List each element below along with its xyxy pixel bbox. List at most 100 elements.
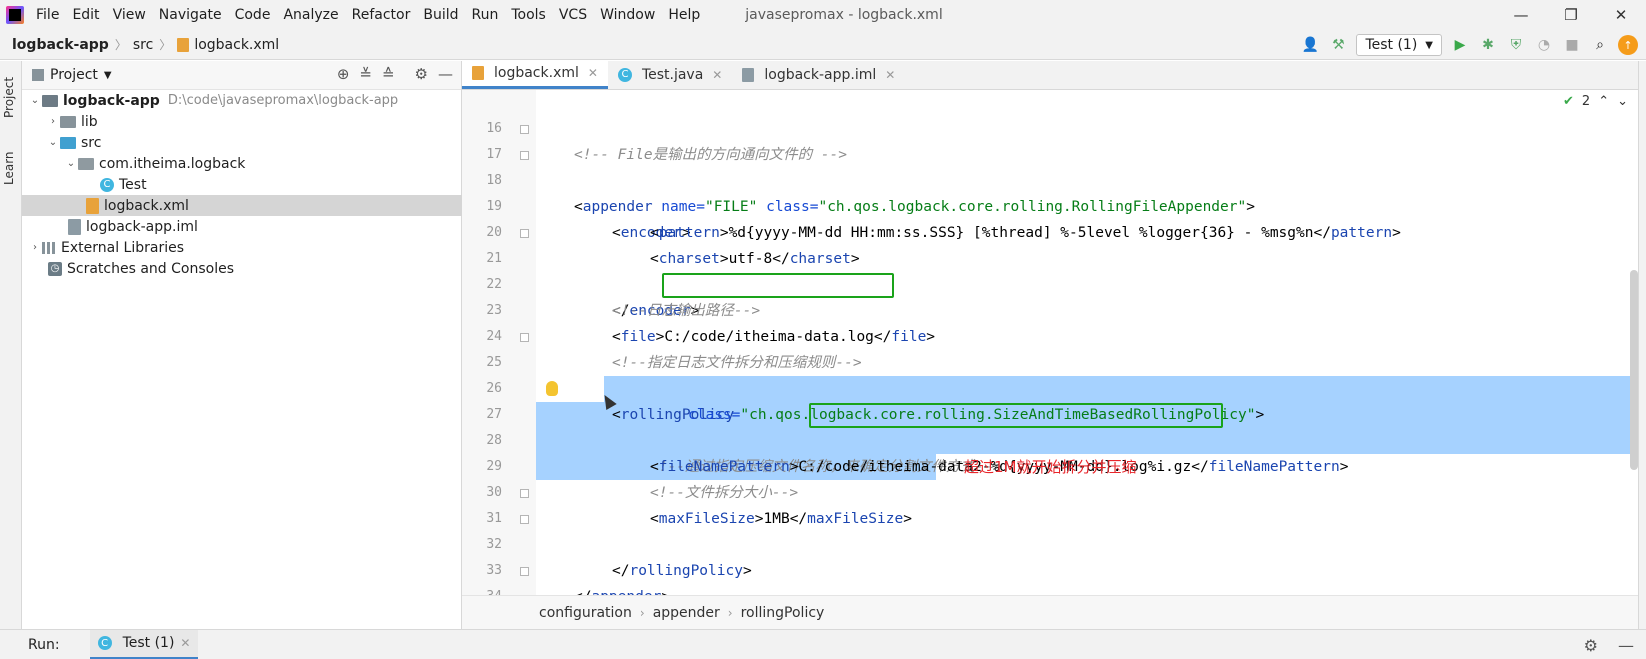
chevron-down-icon[interactable]: ⌄ — [64, 158, 78, 169]
restore-icon[interactable]: ❐ — [1546, 0, 1596, 30]
run-tab-test[interactable]: C Test (1) ✕ — [89, 629, 199, 659]
chevron-right-icon[interactable]: › — [28, 242, 42, 253]
code-line: 24 <!--指定日志文件拆分和压缩规则--> — [462, 298, 1638, 371]
menu-navigate[interactable]: Navigate — [159, 7, 222, 23]
menu-vcs[interactable]: VCS — [559, 7, 587, 23]
close-tab-icon[interactable]: ✕ — [588, 66, 598, 80]
close-tab-icon[interactable]: ✕ — [712, 68, 722, 82]
library-icon — [42, 241, 56, 254]
fold-icon[interactable] — [520, 125, 529, 134]
code-line: 35 — [462, 584, 1638, 595]
scratches-icon: ◷ — [48, 261, 62, 276]
menu-run[interactable]: Run — [472, 7, 499, 23]
close-tab-icon[interactable]: ✕ — [885, 68, 895, 82]
run-label: Run: — [28, 636, 60, 653]
stop-icon[interactable]: ■ — [1562, 35, 1582, 55]
tree-item-logback-app[interactable]: ⌄ logback-app D:\code\javasepromax\logba… — [22, 90, 462, 111]
highlight-box — [809, 403, 1223, 428]
code-line: 34 <!-- — [462, 558, 1638, 595]
run-configuration-select[interactable]: Test (1) ▼ — [1356, 34, 1442, 56]
menu-refactor[interactable]: Refactor — [352, 7, 411, 23]
collapse-all-icon[interactable]: ≙ — [382, 65, 395, 83]
minimize-icon[interactable]: — — [1496, 0, 1546, 30]
tree-item-external-libraries[interactable]: › External Libraries — [22, 237, 462, 258]
editor-breadcrumb-item[interactable]: appender — [653, 605, 720, 621]
module-folder-icon — [42, 94, 58, 107]
fold-icon[interactable] — [520, 515, 529, 524]
close-tab-icon[interactable]: ✕ — [180, 636, 190, 650]
project-tool-tab[interactable]: Project — [2, 67, 20, 127]
tree-item-label: lib — [81, 113, 98, 130]
editor-breadcrumb-item[interactable]: configuration — [539, 605, 632, 621]
menu-window[interactable]: Window — [600, 7, 655, 23]
user-icon[interactable]: 👤 — [1300, 35, 1320, 55]
build-hammer-icon[interactable]: ⚒ — [1328, 35, 1348, 55]
menu-code[interactable]: Code — [235, 7, 271, 23]
chevron-right-icon: › — [727, 605, 733, 620]
run-icon[interactable]: ▶ — [1450, 35, 1470, 55]
update-icon[interactable]: ↑ — [1618, 35, 1638, 55]
code-area[interactable]: ✔ 2 ⌃ ⌄ 16 <!-- File是输出的方向通向文件的 --> 17 <… — [462, 90, 1638, 595]
fold-icon[interactable] — [520, 229, 529, 238]
tree-item-scratches[interactable]: ◷ Scratches and Consoles — [22, 258, 462, 279]
chevron-down-icon[interactable]: ▼ — [104, 70, 112, 81]
menu-edit[interactable]: Edit — [72, 7, 99, 23]
tab-test-java[interactable]: C Test.java ✕ — [608, 60, 732, 89]
source-folder-icon — [60, 136, 76, 149]
intellij-logo-icon — [6, 6, 24, 24]
tree-item-logback-xml[interactable]: logback.xml — [22, 195, 462, 216]
menu-tools[interactable]: Tools — [511, 7, 546, 23]
folder-icon — [60, 115, 76, 128]
lightbulb-icon[interactable] — [546, 381, 558, 396]
menu-view[interactable]: View — [113, 7, 146, 23]
chevron-down-icon[interactable]: ⌄ — [46, 137, 60, 148]
gear-icon[interactable]: ⚙ — [415, 65, 428, 83]
hide-icon[interactable]: — — [1618, 636, 1634, 655]
code-line: 22 <!--日志输出路径--> — [462, 246, 1638, 319]
chevron-right-icon[interactable]: › — [46, 116, 60, 127]
fold-icon[interactable] — [520, 151, 529, 160]
tree-item-lib[interactable]: › lib — [22, 111, 462, 132]
search-icon[interactable]: ⌕ — [1590, 35, 1610, 55]
menu-build[interactable]: Build — [423, 7, 458, 23]
tab-iml[interactable]: logback-app.iml ✕ — [732, 60, 905, 89]
fold-icon[interactable] — [520, 333, 529, 342]
breadcrumb-file[interactable]: logback.xml — [194, 37, 279, 53]
tree-item-test-class[interactable]: C Test — [22, 174, 462, 195]
debug-icon[interactable]: ✱ — [1478, 35, 1498, 55]
breadcrumb-project[interactable]: logback-app — [12, 37, 109, 53]
code-line: 33 — [462, 532, 1638, 578]
xml-file-icon — [177, 37, 190, 52]
menu-file[interactable]: File — [36, 7, 59, 23]
editor: logback.xml ✕ C Test.java ✕ logback-app.… — [462, 60, 1638, 629]
learn-tool-tab[interactable]: Learn — [2, 143, 20, 193]
menu-help[interactable]: Help — [668, 7, 700, 23]
gear-icon[interactable]: ⚙ — [1584, 636, 1598, 655]
chevron-down-icon[interactable]: ⌄ — [28, 95, 42, 106]
highlight-box — [662, 273, 894, 298]
hide-icon[interactable]: — — [438, 65, 453, 83]
xml-file-icon — [472, 66, 484, 80]
tree-item-label: Test — [119, 176, 147, 193]
tree-item-label: src — [81, 134, 102, 151]
profile-icon[interactable]: ◔ — [1534, 35, 1554, 55]
java-class-icon: C — [100, 177, 114, 192]
tree-item-package[interactable]: ⌄ com.itheima.logback — [22, 153, 462, 174]
xml-file-icon — [86, 197, 99, 214]
code-line: 18 <encoder> — [462, 142, 1638, 241]
tab-logback-xml[interactable]: logback.xml ✕ — [462, 60, 608, 89]
expand-all-icon[interactable]: ≚ — [359, 65, 372, 83]
project-panel-title[interactable]: Project — [50, 67, 98, 83]
close-icon[interactable]: ✕ — [1596, 0, 1646, 30]
coverage-icon[interactable]: ⛨ — [1506, 35, 1526, 55]
right-tool-strip — [1638, 61, 1646, 629]
code-line: 32 </appender> — [462, 506, 1638, 595]
fold-icon[interactable] — [520, 567, 529, 576]
menu-analyze[interactable]: Analyze — [283, 7, 338, 23]
breadcrumb-src[interactable]: src — [133, 37, 153, 53]
locate-icon[interactable]: ⊕ — [337, 65, 350, 83]
tree-item-iml[interactable]: logback-app.iml — [22, 216, 462, 237]
fold-icon[interactable] — [520, 489, 529, 498]
editor-breadcrumb-item[interactable]: rollingPolicy — [741, 605, 825, 621]
tree-item-src[interactable]: ⌄ src — [22, 132, 462, 153]
